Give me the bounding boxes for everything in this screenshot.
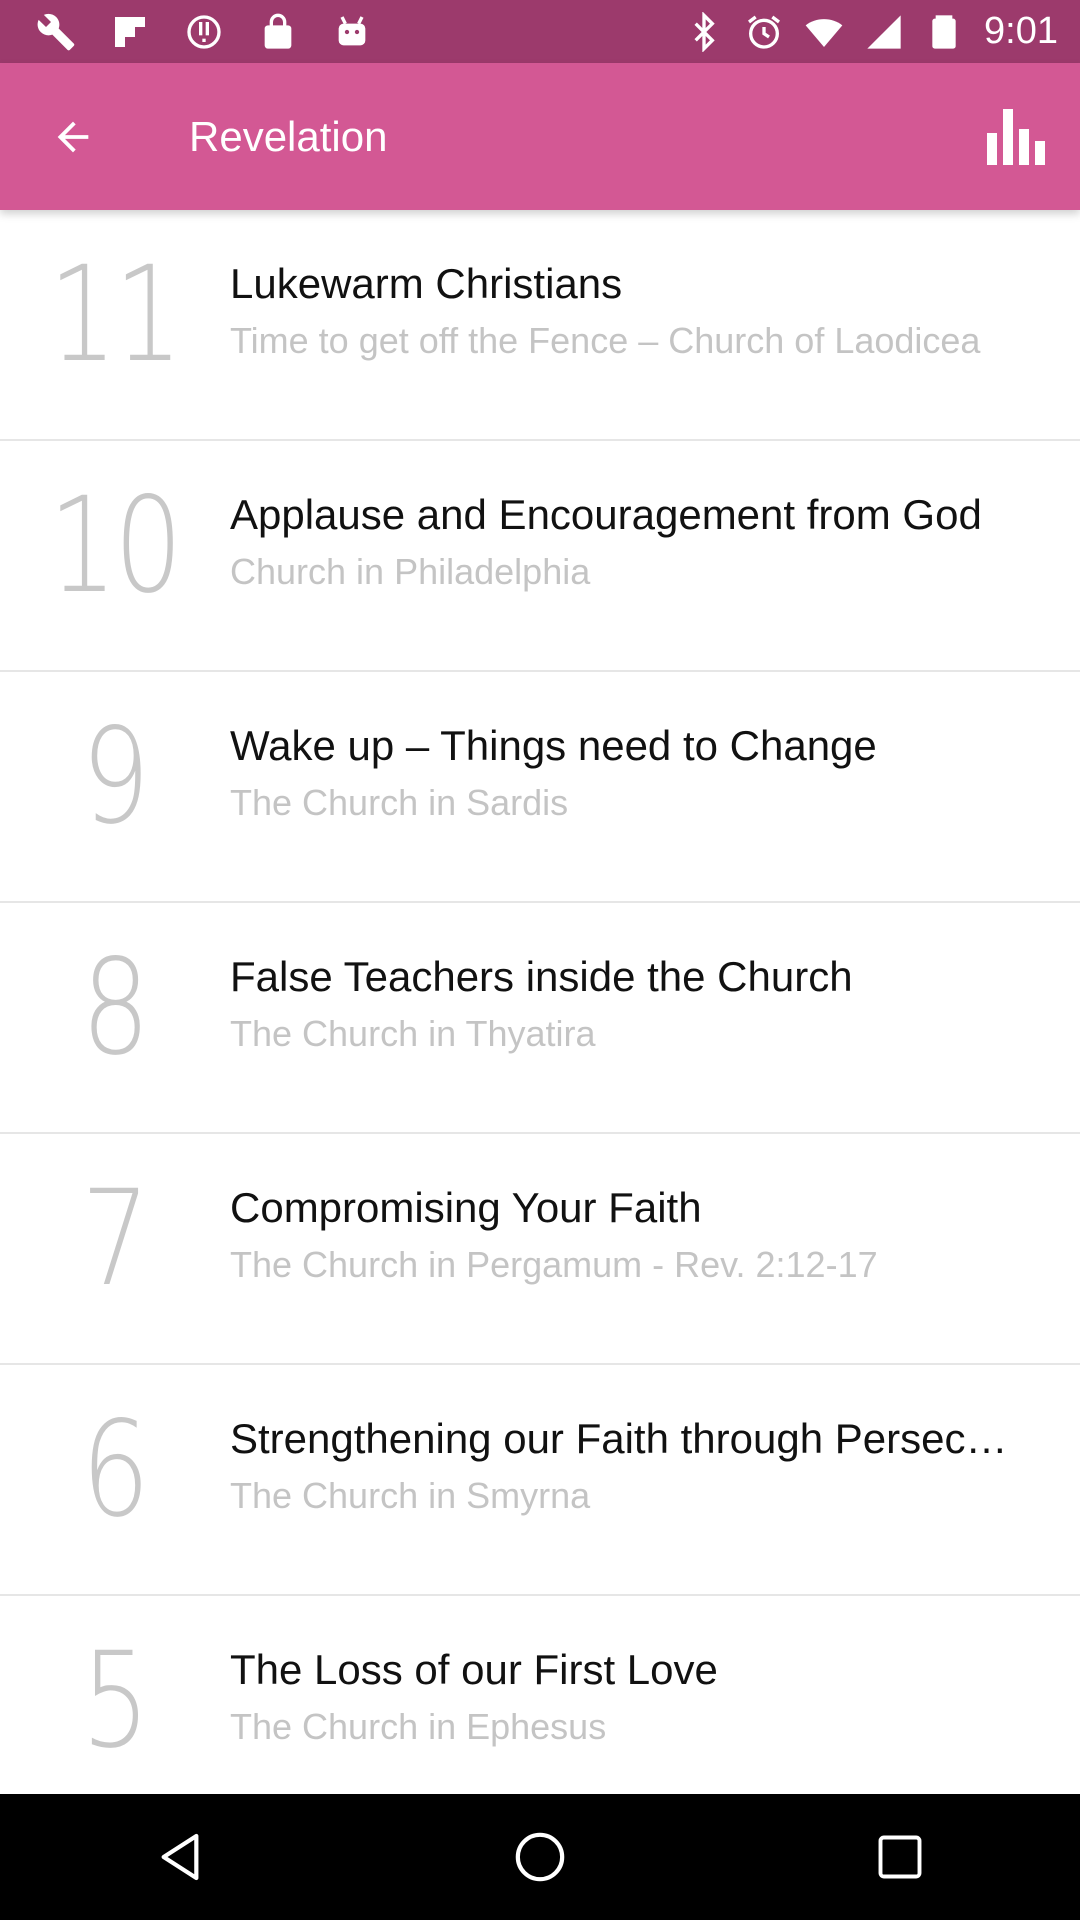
list-item[interactable]: 9 Wake up – Things need to Change The Ch…	[0, 672, 1080, 903]
item-number: 9	[81, 700, 150, 854]
list-item[interactable]: 6 Strengthening our Faith through Persec…	[0, 1365, 1080, 1596]
list-item[interactable]: 5 The Loss of our First Love The Church …	[0, 1596, 1080, 1794]
wrench-icon	[37, 13, 75, 50]
lock-icon	[264, 13, 292, 49]
item-title: False Teachers inside the Church	[230, 953, 853, 1000]
item-number: 5	[81, 1624, 150, 1778]
android-icon	[338, 15, 366, 45]
item-title: Strengthening our Faith through Persecut…	[230, 1415, 1030, 1462]
list-item[interactable]: 11 Lukewarm Christians Time to get off t…	[0, 210, 1080, 441]
system-nav-bar	[0, 1794, 1080, 1920]
item-title: Lukewarm Christians	[230, 260, 623, 307]
list-item[interactable]: 8 False Teachers inside the Church The C…	[0, 903, 1080, 1134]
nav-back-button[interactable]	[135, 1812, 225, 1902]
item-number: 6	[81, 1393, 150, 1547]
back-triangle-icon	[161, 1833, 199, 1881]
stats-button[interactable]	[984, 107, 1050, 167]
item-title: Wake up – Things need to Change	[230, 722, 877, 769]
alarm-icon	[748, 15, 781, 49]
item-subtitle: The Church in Smyrna	[230, 1475, 591, 1516]
item-number: 11	[48, 238, 182, 392]
item-number: 7	[81, 1162, 150, 1316]
nav-recents-button[interactable]	[855, 1812, 945, 1902]
page-title: Revelation	[189, 113, 388, 160]
item-title: The Loss of our First Love	[230, 1646, 718, 1693]
bar-chart-icon	[987, 109, 1045, 165]
recents-square-icon	[878, 1835, 922, 1879]
arrow-back-icon	[57, 121, 89, 153]
item-subtitle: Time to get off the Fence – Church of La…	[230, 320, 981, 361]
back-button[interactable]	[38, 107, 108, 167]
app-bar: Revelation	[0, 63, 1080, 210]
status-time: 9:01	[984, 10, 1058, 52]
item-title: Compromising Your Faith	[230, 1184, 702, 1231]
list-item[interactable]: 7 Compromising Your Faith The Church in …	[0, 1134, 1080, 1365]
status-bar: 9:01	[0, 0, 1080, 63]
nav-home-button[interactable]	[495, 1812, 585, 1902]
item-subtitle: The Church in Pergamum - Rev. 2:12-17	[230, 1244, 878, 1285]
signal-icon	[867, 14, 901, 49]
item-title: Applause and Encouragement from God	[230, 491, 982, 538]
battery-icon	[932, 14, 956, 49]
item-number: 10	[48, 469, 182, 623]
item-subtitle: The Church in Ephesus	[230, 1706, 607, 1747]
item-subtitle: The Church in Thyatira	[230, 1013, 596, 1054]
item-subtitle: The Church in Sardis	[230, 782, 569, 823]
item-subtitle: Church in Philadelphia	[230, 551, 591, 592]
bluetooth-icon	[694, 11, 715, 52]
sermon-list: 11 Lukewarm Christians Time to get off t…	[0, 210, 1080, 1794]
list-item[interactable]: 10 Applause and Encouragement from God C…	[0, 441, 1080, 672]
home-circle-icon	[515, 1832, 565, 1882]
flipboard-icon	[115, 16, 145, 47]
wifi-icon	[805, 18, 843, 47]
item-number: 8	[81, 931, 150, 1085]
alert-icon	[187, 14, 221, 49]
